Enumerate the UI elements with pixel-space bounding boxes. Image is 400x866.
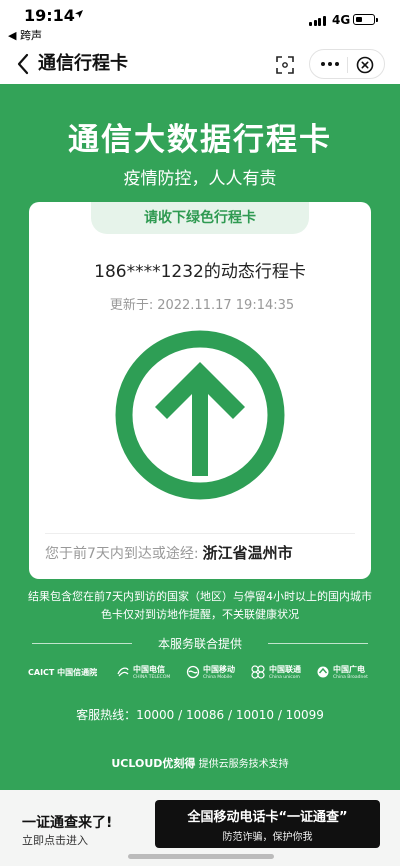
update-label: 更新于: (109, 298, 154, 313)
card-divider (45, 533, 355, 534)
logo-china-telecom-sub: CHINA TELECOM (133, 675, 171, 680)
banner-title: 一证通查来了! (22, 815, 113, 831)
page-title: 通信行程卡 (38, 53, 128, 74)
location-arrow-icon (75, 10, 83, 18)
logo-caict: CAICT 中国信通院 (28, 661, 97, 683)
banner-subtitle[interactable]: 立即点击进入 (22, 832, 88, 848)
up-arrow-icon (115, 330, 285, 500)
service-hotline: 客服热线：10000 / 10086 / 10010 / 10099 (76, 708, 324, 722)
provider-logos: CAICT 中国信通院 中国电信 CHINA TELECOM 中国移动 Chin… (0, 661, 400, 683)
close-circle-icon (356, 56, 374, 74)
capsule-divider (347, 57, 348, 73)
phone-line: 186****1232的动态行程卡 (94, 262, 306, 282)
back-to-app-link[interactable]: ◀ 跨声 (8, 27, 42, 43)
note-line-1: 结果包含您在前7天内到访的国家（地区）与停留4小时以上的国内城市 (28, 590, 372, 603)
logo-china-mobile-name: 中国移动 (203, 665, 235, 674)
network-type: 4G (332, 13, 351, 27)
update-value: 2022.11.17 19:14:35 (157, 298, 295, 313)
main-subtitle: 疫情防控，人人有责 (123, 169, 277, 189)
scan-button[interactable] (271, 51, 299, 79)
logo-china-unicom-name: 中国联通 (269, 665, 301, 674)
ucloud-brand: UCLOUD优刻得 (111, 757, 196, 770)
logo-china-unicom: 中国联通 China unicom (250, 661, 301, 683)
main-content: 通信大数据行程卡 疫情防控，人人有责 请收下绿色行程卡 186****1232的… (0, 84, 400, 790)
route-info: 您于前7天内到达或途经: 浙江省温州市 (45, 542, 355, 563)
banner-ad[interactable]: 全国移动电话卡“一证通查” 防范诈骗，保护你我 (155, 800, 380, 848)
status-bar: 19:14 ◀ 跨声 4G (0, 0, 400, 44)
battery-icon (353, 14, 375, 25)
logo-china-broadnet-name: 中国广电 (333, 665, 365, 674)
china-broadnet-icon (317, 666, 329, 678)
promo-banner[interactable]: 一证通查来了! 立即点击进入 全国移动电话卡“一证通查” 防范诈骗，保护你我 (0, 790, 400, 866)
banner-ad-title: 全国移动电话卡“一证通查” (187, 810, 348, 825)
logo-china-telecom: 中国电信 CHINA TELECOM (116, 661, 170, 683)
logo-china-mobile: 中国移动 China Mobile (186, 661, 235, 683)
china-telecom-icon (117, 667, 129, 677)
support-text: 提供云服务技术支持 (198, 759, 289, 770)
main-title: 通信大数据行程卡 (68, 122, 332, 158)
joint-label: 本服务联合提供 (157, 637, 242, 651)
update-time: 更新于: 2022.11.17 19:14:35 (29, 294, 371, 313)
route-city: 浙江省温州市 (202, 544, 293, 562)
status-time: 19:14 (24, 6, 75, 25)
signal-icon (309, 16, 326, 26)
nav-bar: 通信行程卡 (0, 44, 400, 84)
logo-caict-text: CAICT 中国信通院 (28, 667, 98, 677)
china-mobile-icon (186, 665, 200, 679)
scan-icon (276, 56, 294, 74)
card-tab-label: 请收下绿色行程卡 (91, 202, 309, 234)
chevron-left-icon (17, 53, 29, 75)
china-unicom-icon (251, 665, 265, 679)
close-button[interactable] (354, 54, 376, 76)
route-label: 您于前7天内到达或途经: (45, 546, 199, 562)
note-line-2: 色卡仅对到访地作提醒，不关联健康状况 (101, 608, 299, 621)
logo-china-telecom-name: 中国电信 (133, 665, 165, 674)
home-indicator[interactable] (128, 854, 274, 859)
banner-ad-subtitle: 防范诈骗，保护你我 (222, 832, 313, 843)
logo-china-mobile-sub: China Mobile (203, 675, 233, 680)
divider-right (268, 643, 368, 644)
mini-program-capsule (309, 49, 385, 79)
logo-china-unicom-sub: China unicom (269, 675, 300, 680)
tech-support: UCLOUD优刻得 提供云服务技术支持 (0, 755, 400, 771)
result-note: 结果包含您在前7天内到访的国家（地区）与停留4小时以上的国内城市 色卡仅对到访地… (0, 588, 400, 624)
logo-china-broadnet: 中国广电 China Broadnet (316, 661, 368, 683)
itinerary-card: 请收下绿色行程卡 186****1232的动态行程卡 更新于: 2022.11.1… (29, 202, 371, 579)
back-button[interactable] (16, 52, 36, 76)
joint-provider-heading: 本服务联合提供 (0, 634, 400, 654)
green-status-badge (115, 330, 285, 500)
logo-china-broadnet-sub: China Broadnet (333, 675, 368, 680)
more-button[interactable] (316, 54, 344, 74)
battery-tip (376, 18, 378, 22)
